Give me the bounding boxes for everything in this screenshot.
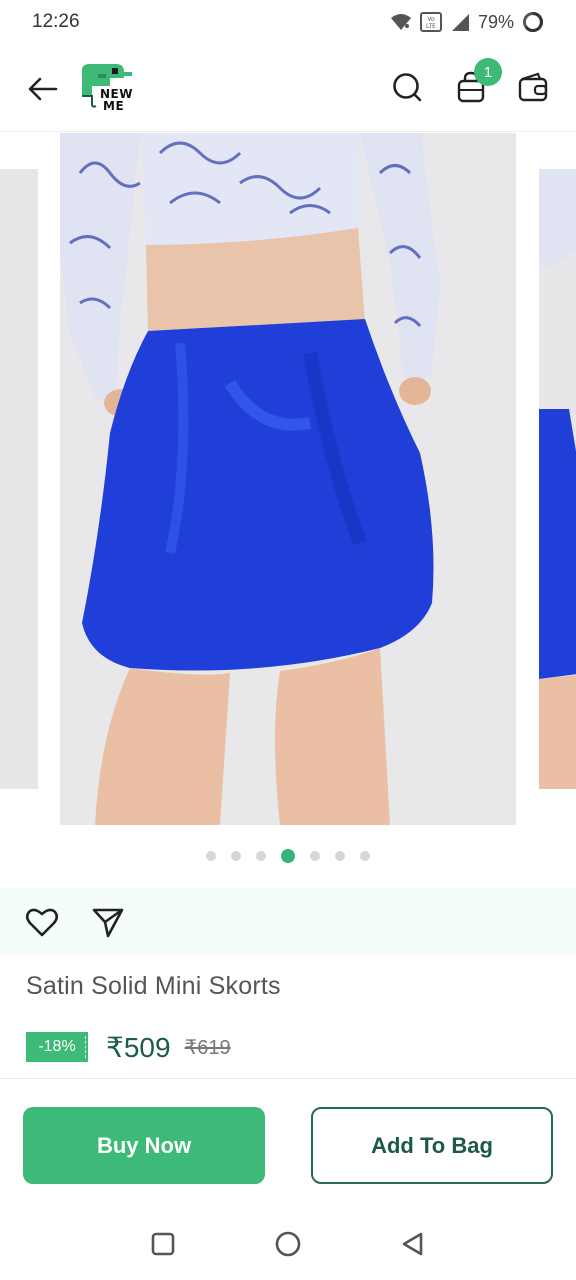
selling-price: ₹509 <box>106 1031 171 1063</box>
app-header: NEW ME 1 <box>0 44 576 132</box>
carousel-dot[interactable] <box>256 851 266 861</box>
product-image-next <box>539 169 576 789</box>
product-image-prev <box>0 169 38 789</box>
status-bar: 12:26 Vo LTE 79% <box>0 0 576 44</box>
back-nav-icon[interactable] <box>400 1231 426 1257</box>
product-image-carousel[interactable] <box>0 133 576 833</box>
buy-now-button[interactable]: Buy Now <box>23 1107 265 1184</box>
carousel-slide-next[interactable] <box>539 169 576 789</box>
wifi-icon <box>390 14 411 30</box>
price-row: -18% ₹509 ₹619 <box>26 1026 231 1068</box>
heart-icon[interactable] <box>24 904 60 940</box>
system-nav-bar <box>0 1208 576 1280</box>
back-arrow-icon[interactable] <box>26 72 60 106</box>
carousel-dot-active[interactable] <box>281 849 295 863</box>
battery-icon <box>523 12 543 32</box>
battery-percent: 79% <box>477 11 514 32</box>
send-share-icon[interactable] <box>90 904 126 940</box>
home-icon[interactable] <box>274 1230 302 1258</box>
logo-text: NEW ME <box>100 88 133 112</box>
bag-count-badge: 1 <box>474 58 502 86</box>
search-icon[interactable] <box>390 70 424 104</box>
carousel-dot[interactable] <box>206 851 216 861</box>
original-price: ₹619 <box>184 1036 231 1059</box>
logo-text-line2: ME <box>103 99 125 113</box>
signal-icon <box>451 14 469 31</box>
recents-icon[interactable] <box>150 1231 176 1257</box>
product-action-strip <box>0 888 576 956</box>
carousel-dot[interactable] <box>360 851 370 861</box>
status-time: 12:26 <box>32 11 80 32</box>
carousel-dot[interactable] <box>310 851 320 861</box>
svg-text:LTE: LTE <box>426 23 436 30</box>
carousel-slide-prev[interactable] <box>0 169 38 789</box>
status-icons: Vo LTE 79% <box>390 11 544 33</box>
product-image-main <box>60 133 516 825</box>
product-title: Satin Solid Mini Skorts <box>26 972 281 1000</box>
carousel-slide-active[interactable] <box>60 133 516 825</box>
volte-icon: VoLTE <box>419 12 442 32</box>
carousel-dot[interactable] <box>231 851 241 861</box>
divider <box>0 1078 576 1079</box>
wallet-icon[interactable] <box>516 70 550 104</box>
carousel-dots <box>0 848 576 864</box>
svg-text:Vo: Vo <box>427 16 435 23</box>
discount-badge: -18% <box>26 1032 88 1062</box>
add-to-bag-button[interactable]: Add To Bag <box>311 1107 553 1184</box>
carousel-dot[interactable] <box>335 851 345 861</box>
